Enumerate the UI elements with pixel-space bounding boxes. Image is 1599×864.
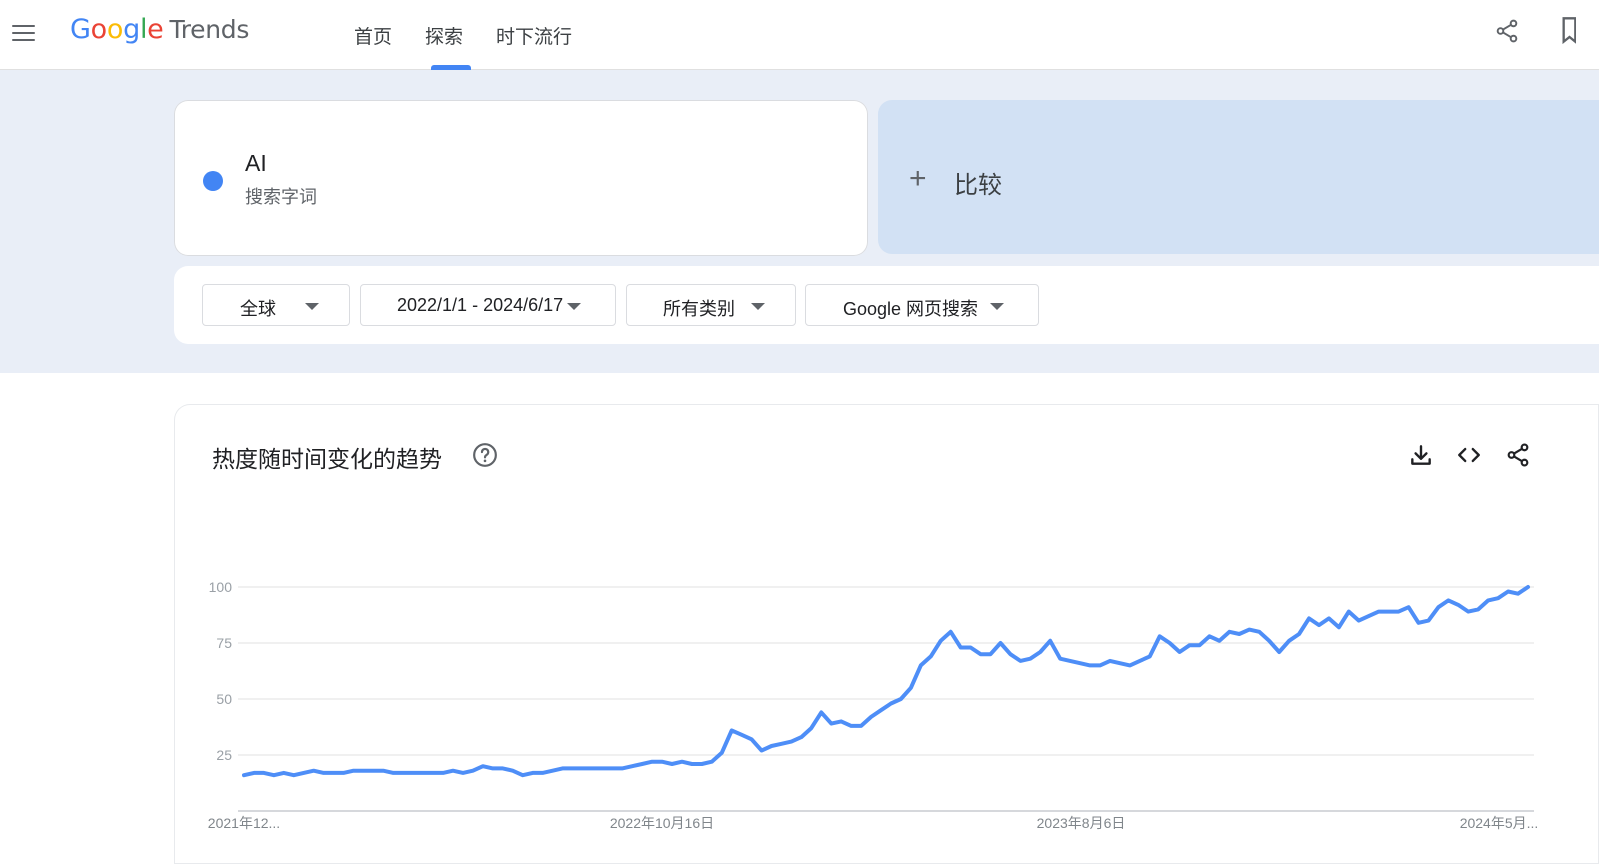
- y-tick-label: 25: [216, 747, 232, 763]
- x-tick-label: 2022年10月16日: [610, 815, 714, 831]
- x-tick-label: 2024年5月...: [1460, 815, 1539, 831]
- y-tick-label: 75: [216, 635, 232, 651]
- series-line-ai[interactable]: [242, 585, 1530, 778]
- y-tick-label: 100: [209, 579, 233, 595]
- x-tick-label: 2021年12...: [208, 815, 280, 831]
- x-tick-label: 2023年8月6日: [1037, 815, 1126, 831]
- y-tick-label: 50: [216, 691, 232, 707]
- interest-line-chart[interactable]: 100 75 50 25 2021年12... 2022年10月16日 2023年8月6日 2…: [0, 0, 1599, 857]
